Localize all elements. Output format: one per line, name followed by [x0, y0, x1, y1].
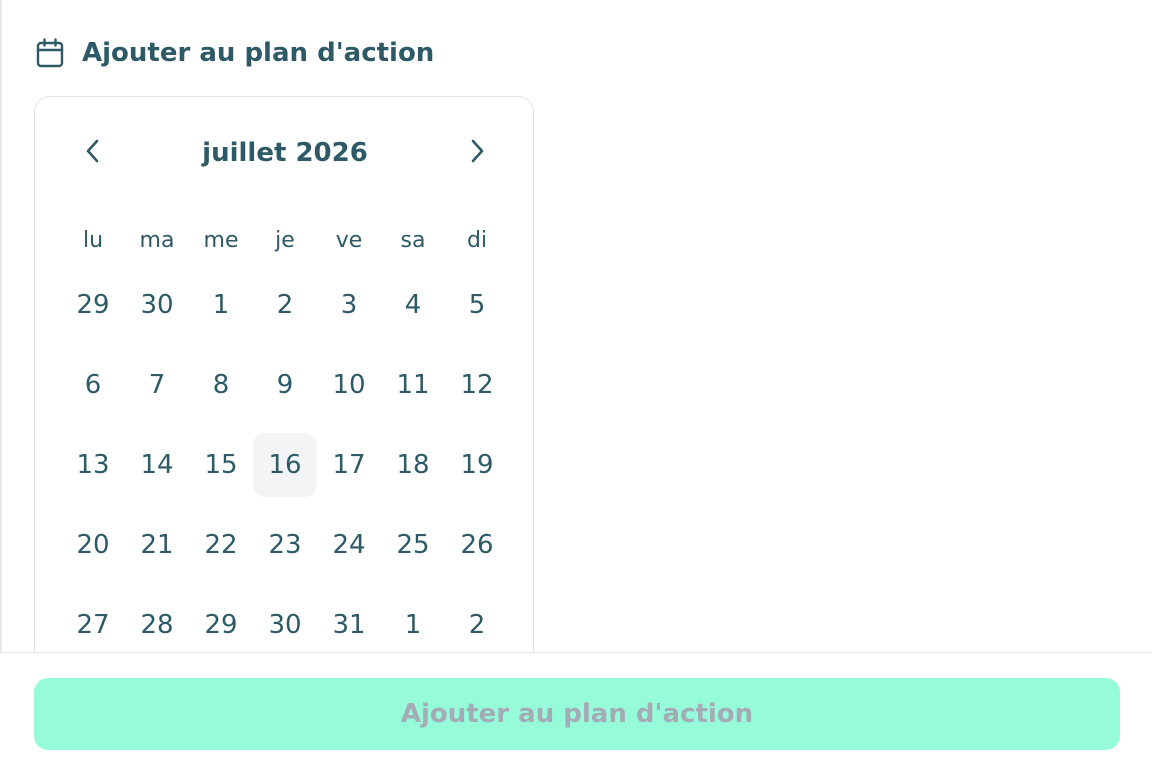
day-cell: 26	[445, 513, 509, 593]
weekday-label: lu	[82, 228, 104, 253]
day-cell: 15	[189, 433, 253, 513]
day-button[interactable]: 30	[253, 593, 317, 652]
add-to-action-plan-button[interactable]: Ajouter au plan d'action	[34, 678, 1120, 750]
day-cell: 22	[189, 513, 253, 593]
day-cell: 8	[189, 353, 253, 433]
day-cell: 16	[253, 433, 317, 513]
day-cell: 10	[317, 353, 381, 433]
day-cell: 11	[381, 353, 445, 433]
day-button[interactable]: 1	[381, 593, 445, 652]
day-button[interactable]: 2	[445, 593, 509, 652]
day-button[interactable]: 19	[445, 433, 509, 497]
day-button[interactable]: 17	[317, 433, 381, 497]
day-cell: 12	[445, 353, 509, 433]
day-button[interactable]: 13	[61, 433, 125, 497]
day-button[interactable]: 22	[189, 513, 253, 577]
day-cell: 2	[253, 273, 317, 353]
day-button[interactable]: 1	[189, 273, 253, 337]
day-cell: 3	[317, 273, 381, 353]
day-cell: 18	[381, 433, 445, 513]
day-button[interactable]: 31	[317, 593, 381, 652]
day-button[interactable]: 20	[61, 513, 125, 577]
day-cell: 2	[445, 593, 509, 652]
day-cell: 28	[125, 593, 189, 652]
day-cell: 30	[253, 593, 317, 652]
day-button[interactable]: 7	[125, 353, 189, 417]
day-button[interactable]: 23	[253, 513, 317, 577]
day-cell: 20	[61, 513, 125, 593]
day-cell: 29	[189, 593, 253, 652]
calendar-navigation: juillet 2026	[61, 129, 509, 177]
weekday-label: ve	[335, 228, 363, 253]
day-button[interactable]: 3	[317, 273, 381, 337]
day-cell: 13	[61, 433, 125, 513]
day-cell: 21	[125, 513, 189, 593]
day-cell: 1	[381, 593, 445, 652]
day-grid: 29 30 1 2 3 4 5 6 7 8 9 10 11 12 13 14 15 16 17 18 19 20 21 22 2…	[61, 273, 509, 652]
day-button[interactable]: 26	[445, 513, 509, 577]
next-month-button[interactable]	[445, 129, 509, 177]
day-cell: 23	[253, 513, 317, 593]
section-header: Ajouter au plan d'action	[36, 36, 434, 70]
day-cell: 6	[61, 353, 125, 433]
calendar-icon	[36, 38, 64, 68]
day-button-today[interactable]: 16	[253, 433, 317, 497]
day-cell: 19	[445, 433, 509, 513]
day-cell: 24	[317, 513, 381, 593]
date-picker: juillet 2026 lu ma me je ve sa di 29 30 1 2 3 4 5 6 7 8…	[34, 96, 534, 652]
day-button[interactable]: 5	[445, 273, 509, 337]
day-cell: 14	[125, 433, 189, 513]
day-button[interactable]: 18	[381, 433, 445, 497]
day-cell: 29	[61, 273, 125, 353]
day-button[interactable]: 11	[381, 353, 445, 417]
day-button[interactable]: 9	[253, 353, 317, 417]
weekday-label: ma	[139, 228, 175, 253]
day-cell: 31	[317, 593, 381, 652]
day-button[interactable]: 30	[125, 273, 189, 337]
day-button[interactable]: 6	[61, 353, 125, 417]
day-cell: 7	[125, 353, 189, 433]
day-button[interactable]: 29	[61, 273, 125, 337]
previous-month-button[interactable]	[61, 129, 125, 177]
weekday-label: di	[466, 228, 488, 253]
day-button[interactable]: 14	[125, 433, 189, 497]
footer-bar: Ajouter au plan d'action	[0, 652, 1152, 782]
day-button[interactable]: 8	[189, 353, 253, 417]
day-cell: 9	[253, 353, 317, 433]
weekday-label: me	[203, 228, 239, 253]
day-button[interactable]: 24	[317, 513, 381, 577]
day-cell: 4	[381, 273, 445, 353]
day-cell: 27	[61, 593, 125, 652]
add-to-action-plan-panel: Ajouter au plan d'action juillet 2026 lu…	[0, 0, 1152, 782]
day-button[interactable]: 29	[189, 593, 253, 652]
day-cell: 5	[445, 273, 509, 353]
day-button[interactable]: 28	[125, 593, 189, 652]
day-button[interactable]: 21	[125, 513, 189, 577]
day-cell: 17	[317, 433, 381, 513]
day-cell: 25	[381, 513, 445, 593]
day-button[interactable]: 4	[381, 273, 445, 337]
section-title: Ajouter au plan d'action	[82, 38, 435, 68]
scroll-area[interactable]: Ajouter au plan d'action juillet 2026 lu…	[0, 0, 1152, 652]
day-cell: 1	[189, 273, 253, 353]
day-button[interactable]: 27	[61, 593, 125, 652]
chevron-left-icon	[86, 139, 100, 167]
weekday-label: je	[275, 228, 295, 253]
day-button[interactable]: 25	[381, 513, 445, 577]
day-button[interactable]: 12	[445, 353, 509, 417]
day-cell: 30	[125, 273, 189, 353]
day-button[interactable]: 15	[189, 433, 253, 497]
weekday-header-row: lu ma me je ve sa di	[61, 221, 509, 261]
month-label: juillet 2026	[202, 138, 368, 168]
day-button[interactable]: 2	[253, 273, 317, 337]
chevron-right-icon	[470, 139, 484, 167]
weekday-label: sa	[400, 228, 426, 253]
day-button[interactable]: 10	[317, 353, 381, 417]
